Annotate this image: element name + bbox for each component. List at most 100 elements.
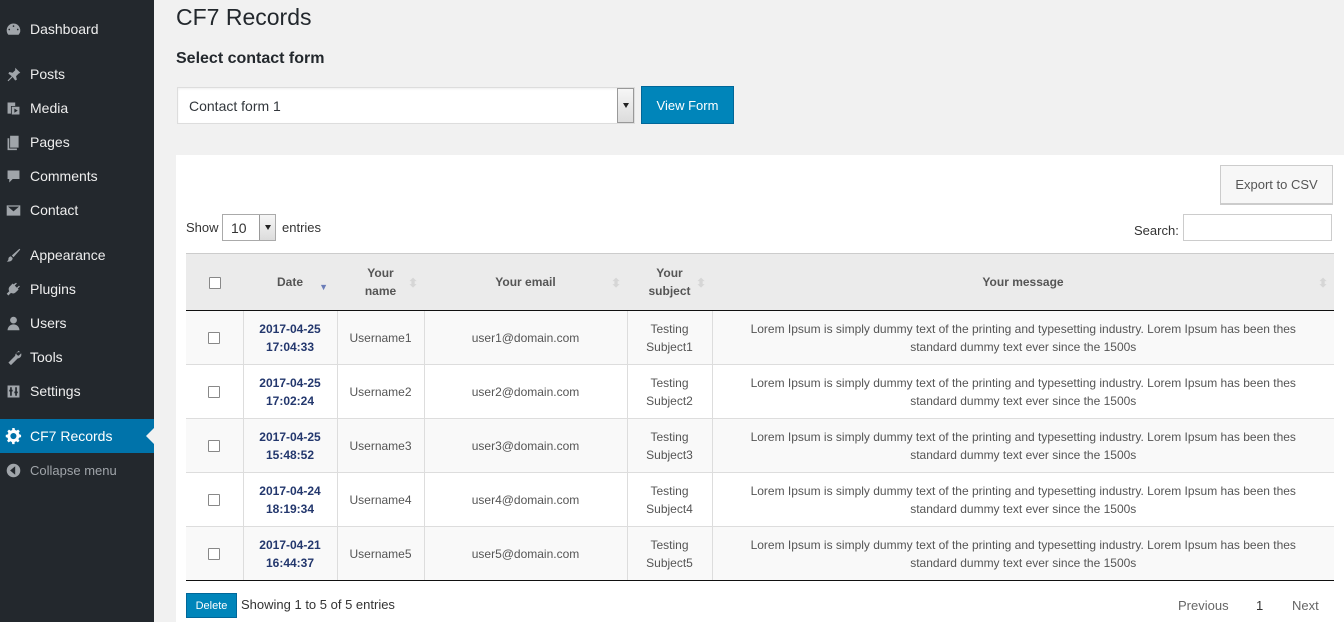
sidebar-item-label: Media bbox=[30, 100, 69, 116]
date-cell: 2017-04-21 16:44:37 bbox=[243, 526, 338, 581]
date-value: 2017-04-24 bbox=[259, 483, 321, 498]
comment-icon bbox=[3, 166, 23, 186]
row-checkbox[interactable] bbox=[208, 548, 221, 561]
column-header-message[interactable]: Your message bbox=[712, 253, 1334, 311]
row-checkbox[interactable] bbox=[208, 332, 221, 345]
sidebar-item-label: Dashboard bbox=[30, 21, 99, 37]
date-value: 2017-04-25 bbox=[259, 429, 321, 444]
time-value: 16:44:37 bbox=[265, 555, 315, 570]
column-header-subject-label: Your subject bbox=[648, 266, 691, 298]
column-header-name-label: Your name bbox=[364, 266, 397, 298]
sidebar-item-appearance[interactable]: Appearance bbox=[0, 238, 154, 272]
table-row: 2017-04-25 17:04:33 Username1 user1@domai… bbox=[186, 310, 1334, 365]
name-cell: Username3 bbox=[337, 418, 425, 473]
subject-line-1: Testing bbox=[650, 537, 689, 552]
sidebar-item-label: Comments bbox=[30, 168, 98, 184]
collapse-menu-button[interactable]: Collapse menu bbox=[0, 453, 154, 487]
table-row: 2017-04-25 17:02:24 Username2 user2@domai… bbox=[186, 364, 1334, 419]
date-cell: 2017-04-25 17:02:24 bbox=[243, 364, 338, 419]
chevron-down-icon[interactable] bbox=[617, 88, 634, 123]
name-cell: Username2 bbox=[337, 364, 425, 419]
subject-cell: Testing Subject3 bbox=[627, 418, 713, 473]
subject-cell: Testing Subject4 bbox=[627, 472, 713, 527]
message-cell: Lorem Ipsum is simply dummy text of the … bbox=[712, 310, 1334, 365]
brush-icon bbox=[3, 245, 23, 265]
media-icon bbox=[3, 98, 23, 118]
row-select-cell bbox=[186, 364, 244, 419]
row-select-cell bbox=[186, 472, 244, 527]
subject-line-2: Subject4 bbox=[646, 501, 693, 516]
sidebar-item-tools[interactable]: Tools bbox=[0, 340, 154, 374]
subject-cell: Testing Subject2 bbox=[627, 364, 713, 419]
contact-form-select-value: Contact form 1 bbox=[189, 97, 281, 114]
column-header-email[interactable]: Your email bbox=[424, 253, 627, 311]
sidebar-item-label: Posts bbox=[30, 66, 66, 82]
pagination-previous[interactable]: Previous bbox=[1178, 598, 1229, 613]
search-input[interactable] bbox=[1183, 214, 1332, 241]
contact-form-select[interactable]: Contact form 1 bbox=[177, 87, 635, 124]
sidebar-item-plugins[interactable]: Plugins bbox=[0, 272, 154, 306]
sidebar-item-cf7-records[interactable]: CF7 Records bbox=[0, 419, 154, 453]
subject-line-2: Subject5 bbox=[646, 555, 693, 570]
sidebar-item-label: Pages bbox=[30, 134, 70, 150]
row-checkbox[interactable] bbox=[208, 386, 221, 399]
pagination-next[interactable]: Next bbox=[1292, 598, 1319, 613]
email-cell: user1@domain.com bbox=[424, 310, 628, 365]
sidebar-item-label: Users bbox=[30, 315, 67, 331]
pagination-page-1[interactable]: 1 bbox=[1256, 598, 1263, 613]
table-info: Showing 1 to 5 of 5 entries bbox=[241, 597, 395, 612]
sidebar-item-label: Contact bbox=[30, 202, 79, 218]
message-cell: Lorem Ipsum is simply dummy text of the … bbox=[712, 472, 1334, 527]
entries-label: entries bbox=[282, 220, 322, 235]
row-checkbox[interactable] bbox=[208, 494, 221, 507]
sidebar-item-media[interactable]: Media bbox=[0, 91, 154, 125]
sidebar-item-users[interactable]: Users bbox=[0, 306, 154, 340]
select-all-header bbox=[186, 253, 243, 311]
subject-line-2: Subject3 bbox=[646, 447, 693, 462]
wrench-icon bbox=[3, 347, 23, 367]
table-header-row: Date Your name Your email Your subject Y… bbox=[186, 253, 1334, 311]
subject-line-2: Subject2 bbox=[646, 393, 693, 408]
email-cell: user3@domain.com bbox=[424, 418, 628, 473]
name-cell: Username1 bbox=[337, 310, 425, 365]
pages-icon bbox=[3, 132, 23, 152]
column-header-name[interactable]: Your name bbox=[337, 253, 424, 311]
sidebar-item-posts[interactable]: Posts bbox=[0, 57, 154, 91]
time-value: 17:02:24 bbox=[265, 393, 315, 408]
date-cell: 2017-04-25 17:04:33 bbox=[243, 310, 338, 365]
entries-length-select[interactable]: 10 bbox=[222, 214, 276, 241]
table-row: 2017-04-25 15:48:52 Username3 user3@domai… bbox=[186, 418, 1334, 473]
sidebar-item-comments[interactable]: Comments bbox=[0, 159, 154, 193]
select-all-checkbox[interactable] bbox=[208, 276, 221, 289]
name-cell: Username5 bbox=[337, 526, 425, 581]
column-header-date[interactable]: Date bbox=[243, 253, 337, 311]
sidebar-item-dashboard[interactable]: Dashboard bbox=[0, 12, 154, 46]
delete-button[interactable]: Delete bbox=[186, 593, 237, 618]
envelope-icon bbox=[3, 200, 23, 220]
sidebar-item-pages[interactable]: Pages bbox=[0, 125, 154, 159]
export-csv-button[interactable]: Export to CSV bbox=[1220, 165, 1333, 204]
date-value: 2017-04-25 bbox=[259, 321, 321, 336]
view-form-button[interactable]: View Form bbox=[641, 86, 734, 124]
section-title: Select contact form bbox=[176, 50, 325, 67]
date-value: 2017-04-25 bbox=[259, 375, 321, 390]
collapse-icon bbox=[3, 460, 23, 480]
entries-length-value: 10 bbox=[231, 219, 247, 236]
row-select-cell bbox=[186, 418, 244, 473]
email-cell: user2@domain.com bbox=[424, 364, 628, 419]
subject-cell: Testing Subject5 bbox=[627, 526, 713, 581]
sidebar-item-settings[interactable]: Settings bbox=[0, 374, 154, 408]
column-header-subject[interactable]: Your subject bbox=[627, 253, 712, 311]
sidebar-item-contact[interactable]: Contact bbox=[0, 193, 154, 227]
subject-line-1: Testing bbox=[650, 375, 689, 390]
row-checkbox[interactable] bbox=[208, 440, 221, 453]
date-cell: 2017-04-24 18:19:34 bbox=[243, 472, 338, 527]
row-select-cell bbox=[186, 310, 244, 365]
search-label: Search: bbox=[1134, 223, 1179, 238]
time-value: 18:19:34 bbox=[265, 501, 315, 516]
date-value: 2017-04-21 bbox=[259, 537, 321, 552]
date-cell: 2017-04-25 15:48:52 bbox=[243, 418, 338, 473]
message-cell: Lorem Ipsum is simply dummy text of the … bbox=[712, 418, 1334, 473]
chevron-down-icon[interactable] bbox=[259, 215, 275, 240]
sidebar-item-label: CF7 Records bbox=[30, 428, 113, 444]
